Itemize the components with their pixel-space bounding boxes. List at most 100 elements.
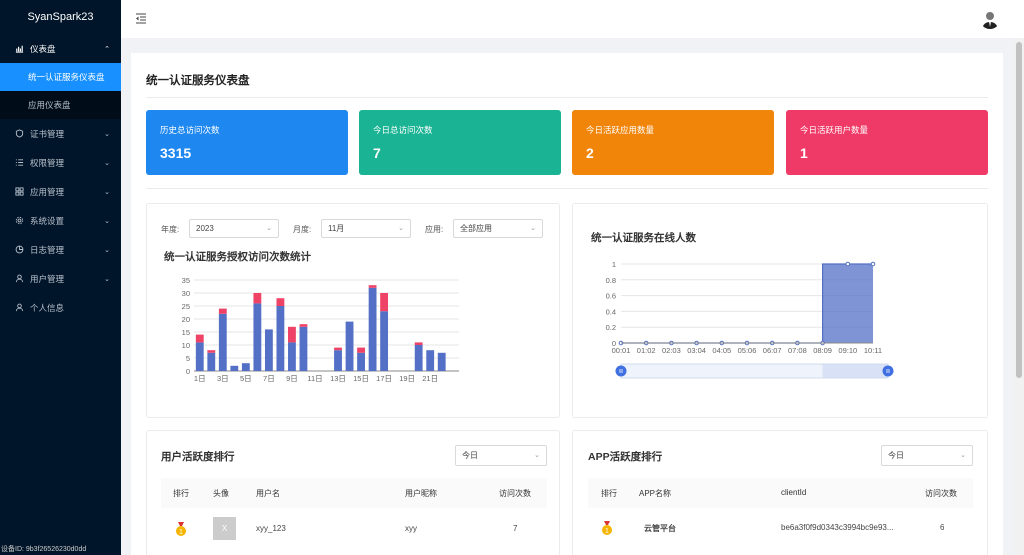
zoom-slider-preview (822, 364, 888, 378)
year-label: 年度: (161, 225, 180, 234)
col-rank: 排行 (601, 489, 617, 498)
user-rank-title: 用户活跃度排行 (161, 451, 235, 463)
col-client-id: clientId (781, 488, 807, 497)
scrollbar-thumb[interactable] (1016, 42, 1022, 378)
bar (357, 352, 365, 371)
menu-certificates[interactable]: 证书管理 ⌄ (0, 119, 121, 148)
app-rank-title: APP活跃度排行 (588, 451, 663, 463)
x-tick-label: 15日 (353, 374, 369, 382)
online-chart-panel: 统一认证服务在线人数 0 0.2 0.4 0.6 0.8 1 00:01 01:02 02:03… (572, 203, 988, 418)
app-name: 云管平台 (644, 524, 676, 533)
month-select[interactable]: 11月 ⌄ (321, 219, 411, 238)
menu-label: 系统设置 (30, 215, 65, 226)
bar (241, 363, 250, 371)
zoom-handle[interactable] (882, 365, 894, 377)
menu-label: 日志管理 (30, 244, 65, 255)
menu-profile[interactable]: 个人信息 (0, 293, 121, 322)
bar (368, 285, 377, 288)
stat-active-apps: 今日活跃应用数量 2 (572, 110, 774, 175)
chevron-down-icon: ⌄ (398, 225, 404, 232)
menu-permissions[interactable]: 权限管理 ⌄ (0, 148, 121, 177)
stat-label: 今日总访问次数 (373, 125, 433, 135)
bar (357, 347, 365, 353)
username: xyy_123 (256, 524, 286, 533)
bar (334, 350, 342, 371)
svg-text:1: 1 (605, 528, 609, 535)
x-tick-label: 3日 (217, 374, 229, 382)
user-rank-panel: 用户活跃度排行 今日 ⌄ 排行 头像 用户名 用户昵称 访问次数 1 X xyy_… (146, 430, 560, 555)
bar (334, 347, 342, 351)
area-fill (822, 264, 873, 343)
menu-label: 证书管理 (30, 128, 65, 139)
medal-icon: 1 (175, 522, 187, 539)
menu-fold-icon[interactable] (135, 12, 147, 24)
stat-label: 今日活跃用户数量 (800, 125, 869, 135)
x-tick-label: 03:04 (687, 346, 706, 355)
chevron-down-icon: ⌄ (960, 452, 966, 459)
stat-value: 7 (373, 145, 381, 161)
y-tick-label: 0 (186, 367, 190, 376)
chevron-down-icon: ⌄ (534, 452, 540, 459)
bar (230, 365, 239, 371)
chevron-down-icon: ⌄ (104, 275, 110, 283)
chevron-down-icon: ⌄ (266, 225, 272, 232)
user-icon (15, 274, 27, 283)
year-value: 2023 (196, 224, 214, 233)
menu-logs[interactable]: 日志管理 ⌄ (0, 235, 121, 264)
y-tick-label: 10 (182, 341, 190, 350)
dashboard-icon (15, 44, 27, 53)
shield-icon (15, 129, 27, 138)
col-avatar: 头像 (213, 489, 229, 498)
app-rank-filter[interactable]: 今日 ⌄ (881, 445, 973, 466)
data-point (870, 261, 876, 267)
submenu-app-dashboard[interactable]: 应用仪表盘 (0, 91, 121, 119)
zoom-handle[interactable] (615, 365, 627, 377)
bar (253, 303, 262, 371)
dashboard-card: 统一认证服务仪表盘 历史总访问次数 3315 今日总访问次数 7 今日活跃应用数… (131, 53, 1003, 555)
app-select[interactable]: 全部应用 ⌄ (453, 219, 543, 238)
bar (207, 352, 216, 371)
stat-label: 历史总访问次数 (160, 125, 220, 135)
x-tick-label: 07:08 (788, 346, 807, 355)
bar (288, 342, 296, 371)
medal-icon: 1 (601, 521, 613, 538)
bar (207, 350, 216, 353)
stat-value: 1 (800, 145, 808, 161)
bar (414, 342, 423, 345)
table-row[interactable]: 1 云管平台 be6a3f0f9d0343c3994bc9e93... 6 (588, 509, 973, 549)
y-tick-label: 5 (186, 354, 190, 363)
bar (276, 298, 285, 306)
month-label: 月度: (293, 225, 312, 234)
col-nickname: 用户昵称 (405, 489, 437, 498)
page-scrollbar[interactable] (1014, 38, 1024, 555)
stat-active-users: 今日活跃用户数量 1 (786, 110, 988, 175)
user-avatar[interactable] (980, 9, 1000, 29)
col-app-name: APP名称 (639, 489, 672, 498)
user-rank-filter[interactable]: 今日 ⌄ (455, 445, 547, 466)
y-tick-label: 25 (182, 302, 190, 311)
bar (437, 352, 446, 371)
stat-total-visits: 历史总访问次数 3315 (146, 110, 348, 175)
year-select[interactable]: 2023 ⌄ (189, 219, 279, 238)
y-tick-label: 0.2 (606, 323, 616, 332)
user-rank-header: 排行 头像 用户名 用户昵称 访问次数 (161, 478, 547, 508)
app-label: 应用: (425, 225, 444, 234)
col-username: 用户名 (256, 489, 280, 498)
bar (299, 324, 308, 327)
chevron-up-icon: ⌃ (104, 45, 110, 53)
stat-label: 今日活跃应用数量 (586, 125, 655, 135)
menu-settings[interactable]: 系统设置 ⌄ (0, 206, 121, 235)
divider (146, 188, 988, 189)
gear-icon (15, 216, 27, 225)
submenu-auth-dashboard[interactable]: 统一认证服务仪表盘 (0, 63, 121, 91)
menu-dashboard[interactable]: 仪表盘 ⌃ (0, 34, 121, 63)
list-icon (15, 158, 27, 167)
menu-users[interactable]: 用户管理 ⌄ (0, 264, 121, 293)
device-id: 设备ID: 9b3f2652623​0d0dd (1, 546, 87, 553)
table-row[interactable]: 1 X xyy_123 xyy 7 (161, 509, 547, 549)
chevron-down-icon: ⌄ (104, 217, 110, 225)
y-tick-label: 15 (182, 328, 190, 337)
menu-apps[interactable]: 应用管理 ⌄ (0, 177, 121, 206)
x-tick-label: 08:09 (813, 346, 832, 355)
nickname: xyy (405, 524, 417, 533)
